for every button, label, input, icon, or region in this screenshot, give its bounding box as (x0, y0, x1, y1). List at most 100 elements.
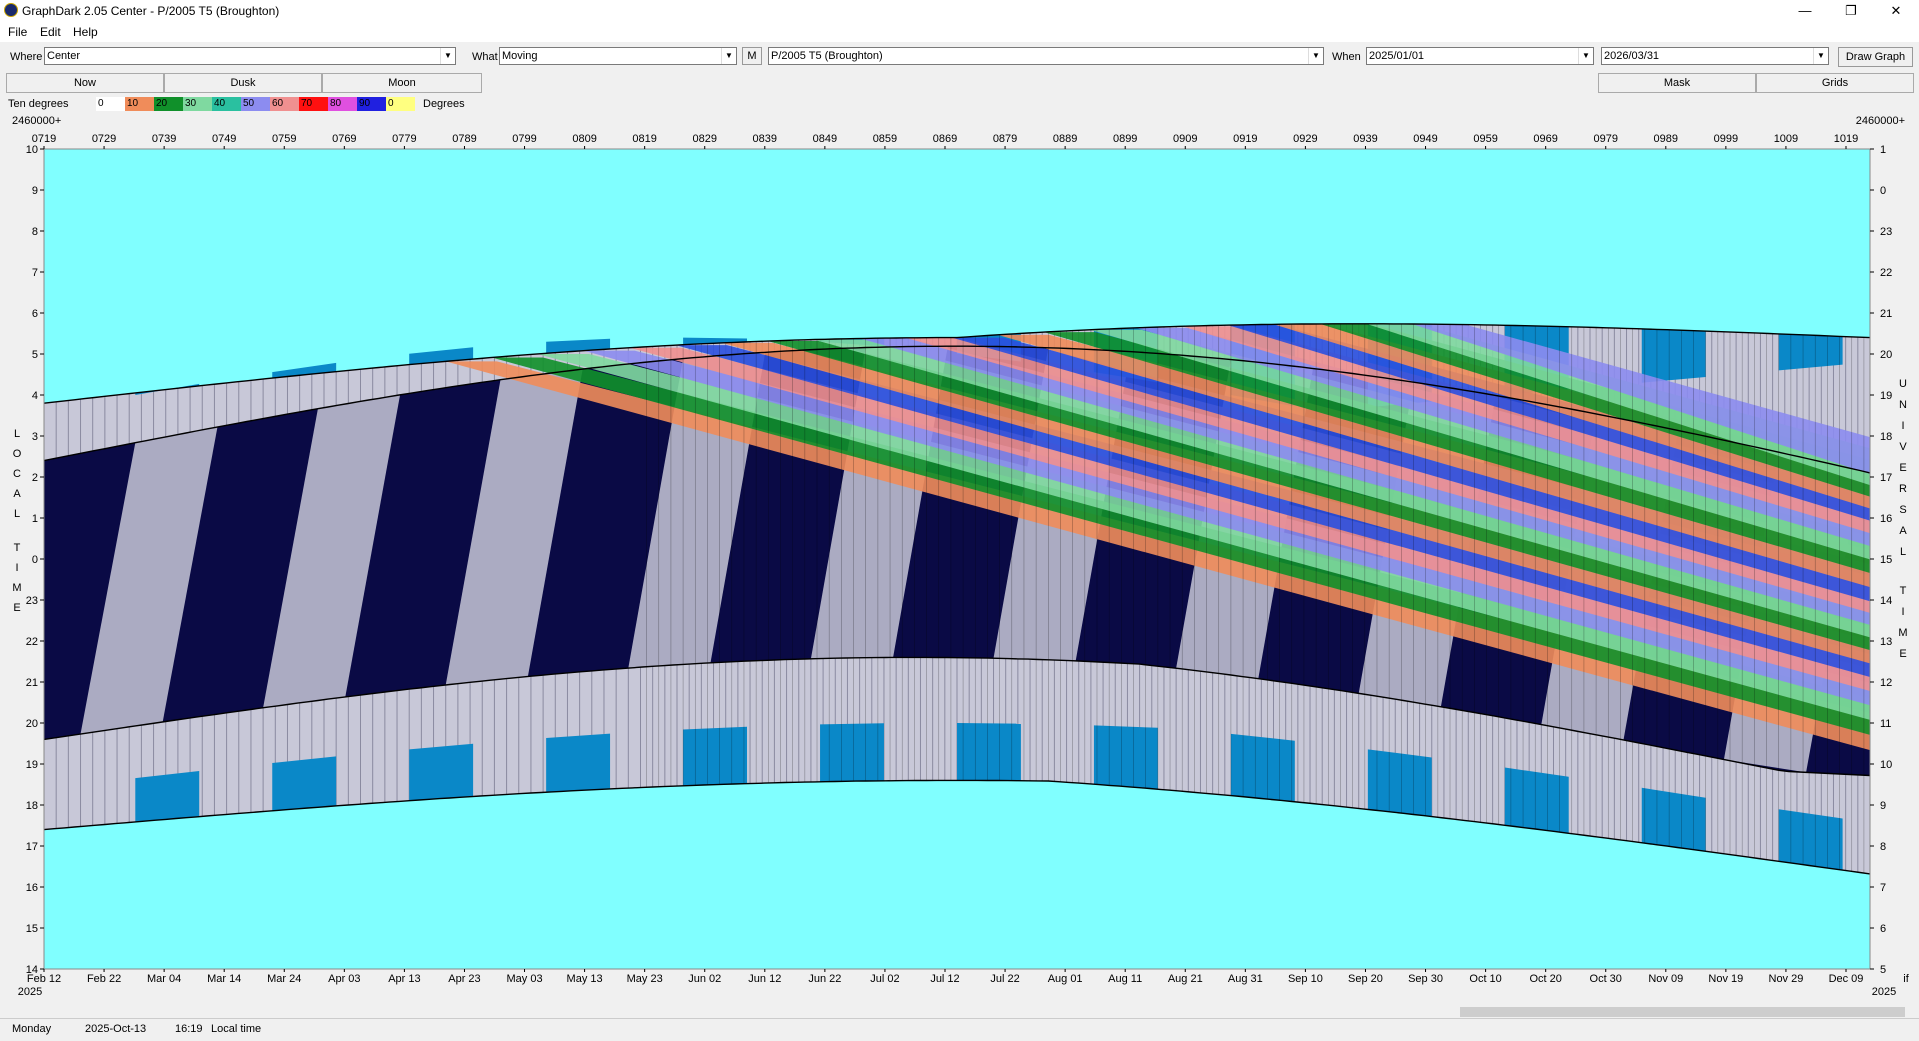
right-hour-label: 21 (1880, 308, 1892, 320)
left-hour-label: 18 (26, 800, 38, 812)
moon-button[interactable]: Moon (322, 73, 482, 93)
legend-swatch-label: 60 (272, 98, 284, 109)
jd-tick-label: 0929 (1293, 133, 1317, 145)
right-hour-label: 18 (1880, 431, 1892, 443)
corner-label: if (1903, 973, 1909, 985)
jd-tick-label: 0919 (1233, 133, 1257, 145)
jd-tick-label: 0999 (1714, 133, 1738, 145)
jd-prefix-left: 2460000+ (12, 115, 61, 127)
twilight-block (820, 723, 884, 782)
right-hour-label: 9 (1880, 800, 1886, 812)
date-tick-label: Aug 11 (1108, 973, 1142, 985)
date-tick-label: Jun 02 (688, 973, 721, 985)
horizontal-scrollbar[interactable] (10, 1006, 1910, 1018)
date-tick-label: Jun 12 (748, 973, 781, 985)
right-hour-label: 17 (1880, 472, 1892, 484)
object-select[interactable]: P/2005 T5 (Broughton) ▼ (768, 47, 1324, 65)
m-button[interactable]: M (742, 47, 762, 65)
chevron-down-icon[interactable]: ▼ (721, 48, 736, 64)
menu-file[interactable]: File (8, 25, 27, 39)
right-hour-label: 20 (1880, 349, 1892, 361)
left-axis-title-letter: L (14, 508, 20, 520)
date-tick-label: Jul 02 (870, 973, 899, 985)
right-axis-title-letter: A (1899, 525, 1907, 537)
date-tick-label: Aug 01 (1048, 973, 1083, 985)
right-axis-title-letter: S (1899, 504, 1906, 516)
right-hour-label: 14 (1880, 595, 1892, 607)
button-row: Now Dusk Moon Mask Grids (0, 73, 1919, 94)
grids-button[interactable]: Grids (1756, 73, 1914, 93)
right-hour-label: 13 (1880, 636, 1892, 648)
what-label: What (472, 51, 498, 63)
close-button[interactable]: ✕ (1873, 0, 1919, 22)
legend-swatch-label: 0 (388, 98, 394, 109)
jd-tick-label: 0759 (272, 133, 296, 145)
start-date-select[interactable]: 2025/01/01 ▼ (1366, 47, 1594, 65)
where-select[interactable]: Center ▼ (44, 47, 456, 65)
menu-edit[interactable]: Edit (40, 25, 61, 39)
date-tick-label: Nov 19 (1708, 973, 1743, 985)
app-icon (4, 3, 18, 17)
legend-prefix: Ten degrees (8, 98, 69, 110)
legend-swatch-label: 0 (98, 98, 104, 109)
date-tick-label: Jul 22 (990, 973, 1019, 985)
chevron-down-icon[interactable]: ▼ (440, 48, 455, 64)
right-hour-label: 7 (1880, 882, 1886, 894)
restore-button[interactable]: ❐ (1828, 0, 1874, 22)
left-axis-title-letter: T (14, 542, 21, 554)
jd-tick-label: 0829 (692, 133, 716, 145)
date-tick-label: May 23 (627, 973, 663, 985)
what-select[interactable]: Moving ▼ (499, 47, 737, 65)
chevron-down-icon[interactable]: ▼ (1308, 48, 1323, 64)
date-tick-label: Aug 21 (1168, 973, 1203, 985)
menu-bar: File Edit Help (0, 22, 1919, 42)
right-hour-label: 12 (1880, 677, 1892, 689)
right-axis-title-letter: R (1899, 483, 1907, 495)
legend-swatch-label: 50 (243, 98, 255, 109)
right-hour-label: 11 (1880, 718, 1891, 730)
legend-swatch: 0 (96, 97, 125, 111)
jd-tick-label: 0769 (332, 133, 356, 145)
menu-help[interactable]: Help (73, 25, 98, 39)
status-time: 16:19 (175, 1023, 203, 1035)
legend-swatch: 50 (241, 97, 270, 111)
legend-swatch: 0 (386, 97, 415, 111)
twilight-block (1778, 809, 1843, 871)
legend-swatch: 40 (212, 97, 241, 111)
date-tick-label: Mar 04 (147, 973, 181, 985)
right-hour-label: 5 (1880, 964, 1886, 976)
where-value: Center (47, 50, 81, 62)
legend-swatch-label: 10 (127, 98, 139, 109)
legend-swatch-label: 40 (214, 98, 226, 109)
chevron-down-icon[interactable]: ▼ (1813, 48, 1828, 64)
left-axis-title-letter: M (12, 582, 21, 594)
right-hour-label: 15 (1880, 554, 1892, 566)
now-button[interactable]: Now (6, 73, 164, 93)
scrollbar-thumb[interactable] (1460, 1007, 1905, 1017)
jd-tick-label: 1009 (1774, 133, 1798, 145)
dusk-button[interactable]: Dusk (164, 73, 322, 93)
mask-button[interactable]: Mask (1598, 73, 1756, 93)
end-date-select[interactable]: 2026/03/31 ▼ (1601, 47, 1829, 65)
left-hour-label: 20 (26, 718, 38, 730)
right-axis-title-letter: I (1901, 606, 1904, 618)
date-tick-label: Nov 09 (1648, 973, 1683, 985)
left-hour-label: 1 (32, 513, 38, 525)
date-tick-label: Mar 24 (267, 973, 301, 985)
where-label: Where (10, 51, 43, 63)
twilight-block (1504, 767, 1569, 834)
minimize-button[interactable]: — (1782, 0, 1828, 22)
jd-tick-label: 0889 (1053, 133, 1077, 145)
right-hour-label: 8 (1880, 841, 1886, 853)
jd-tick-label: 0979 (1593, 133, 1617, 145)
twilight-block (409, 743, 474, 801)
legend-swatch: 20 (154, 97, 183, 111)
date-tick-label: Mar 14 (207, 973, 241, 985)
twilight-block (1230, 733, 1295, 802)
jd-tick-label: 0849 (813, 133, 837, 145)
left-hour-label: 8 (32, 226, 38, 238)
chevron-down-icon[interactable]: ▼ (1578, 48, 1593, 64)
twilight-block (957, 723, 1021, 781)
draw-graph-button[interactable]: Draw Graph (1838, 47, 1913, 67)
legend-swatch: 60 (270, 97, 299, 111)
